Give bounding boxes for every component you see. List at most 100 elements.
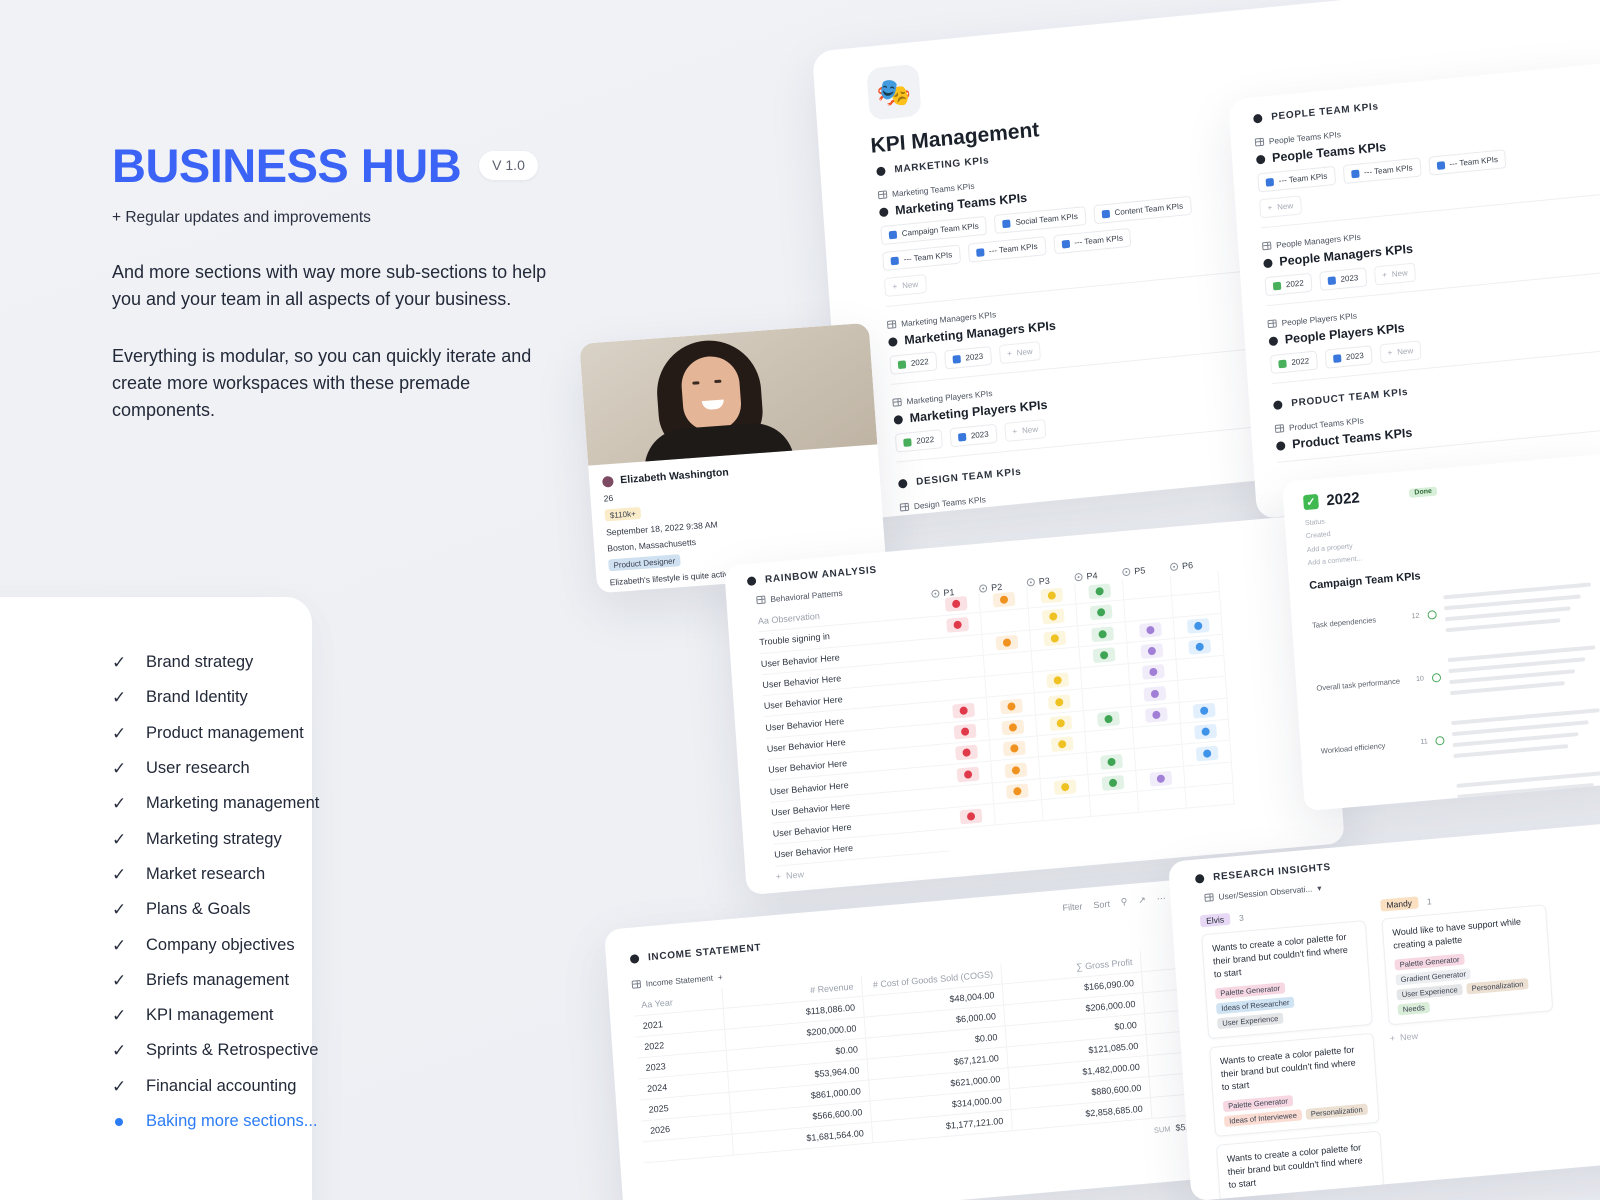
rainbow-cell-10-0[interactable]: [946, 804, 996, 829]
rainbow-cell-7-4[interactable]: [1133, 723, 1183, 749]
rainbow-cell-5-2[interactable]: [1034, 689, 1084, 715]
checklist-item-13[interactable]: Baking more sections...: [112, 1104, 442, 1139]
kpi-tile[interactable]: 2022: [894, 429, 943, 453]
more-options-icon[interactable]: ⋯: [1156, 893, 1166, 905]
rainbow-cell-8-4[interactable]: [1134, 745, 1184, 770]
add-new-button[interactable]: + New: [1259, 195, 1302, 219]
rainbow-cell-7-3[interactable]: [1085, 728, 1135, 753]
rainbow-cell-2-5[interactable]: [1173, 613, 1223, 638]
rainbow-cell-0-4[interactable]: [1122, 575, 1173, 600]
rainbow-cell-3-0[interactable]: [936, 655, 986, 681]
rainbow-cell-6-2[interactable]: [1036, 710, 1086, 736]
rainbow-cell-2-1[interactable]: [982, 630, 1032, 655]
rainbow-cell-8-2[interactable]: [1039, 753, 1089, 778]
research-card[interactable]: Wants to create a color palette for thei…: [1209, 1032, 1380, 1138]
user-profile-card[interactable]: Elizabeth Washington 26 $110k+ September…: [579, 322, 887, 594]
rainbow-cell-10-5[interactable]: [1185, 783, 1235, 808]
rainbow-cell-0-0[interactable]: [931, 591, 981, 617]
rainbow-cell-5-0[interactable]: [938, 698, 989, 723]
kpi-tile[interactable]: --- Team KPIs: [1342, 157, 1422, 185]
rainbow-cell-10-4[interactable]: [1137, 787, 1187, 813]
rainbow-cell-6-5[interactable]: [1179, 698, 1229, 723]
rainbow-analysis-panel[interactable]: RAINBOW ANALYSIS Behavioral Patterns Aa …: [724, 513, 1345, 896]
research-card[interactable]: Would like to have support while creatin…: [1381, 904, 1554, 1026]
checklist-item-10[interactable]: ✓ KPI management: [112, 998, 442, 1033]
kpi-tile[interactable]: 2023: [949, 423, 998, 448]
research-database-tag[interactable]: User/Session Observati... ▾: [1204, 883, 1322, 903]
twentytwo-row-2[interactable]: Workload efficiency 11: [1319, 701, 1600, 777]
rainbow-cell-4-5[interactable]: [1176, 655, 1226, 681]
checkbox-checked-icon[interactable]: ✓: [1302, 493, 1319, 511]
checklist-item-6[interactable]: ✓ Market research: [112, 857, 442, 892]
kpi-tile[interactable]: 2023: [1318, 267, 1367, 291]
checklist-item-0[interactable]: ✓ Brand strategy: [112, 645, 442, 680]
people-team-kpi-panel[interactable]: PEOPLE TEAM KPIs People Teams KPIs People …: [1228, 60, 1600, 520]
rainbow-cell-8-5[interactable]: [1182, 740, 1232, 766]
rainbow-cell-10-2[interactable]: [1042, 795, 1092, 821]
checklist-item-1[interactable]: ✓ Brand Identity: [112, 680, 442, 715]
rainbow-cell-0-5[interactable]: [1170, 570, 1220, 596]
kpi-tile[interactable]: 2022: [889, 351, 938, 375]
income-statement-panel[interactable]: Filter Sort ⚲ ↗ ⋯ New ▾ INCOME STATEMENT…: [604, 874, 1263, 1200]
rainbow-cell-9-3[interactable]: [1088, 770, 1138, 795]
rainbow-cell-4-3[interactable]: [1080, 664, 1131, 689]
checklist-item-3[interactable]: ✓ User research: [112, 751, 442, 786]
rainbow-cell-4-0[interactable]: [937, 676, 987, 702]
rainbow-cell-3-2[interactable]: [1031, 647, 1081, 672]
checklist-item-7[interactable]: ✓ Plans & Goals: [112, 892, 442, 927]
search-icon[interactable]: ⚲: [1120, 896, 1127, 908]
rainbow-cell-2-2[interactable]: [1030, 625, 1080, 651]
checklist-item-4[interactable]: ✓ Marketing management: [112, 786, 442, 821]
rainbow-cell-3-3[interactable]: [1079, 643, 1129, 668]
rainbow-cell-8-1[interactable]: [991, 757, 1041, 783]
rainbow-cell-5-5[interactable]: [1178, 677, 1228, 702]
rainbow-cell-9-4[interactable]: [1136, 766, 1186, 791]
rainbow-cell-7-0[interactable]: [941, 740, 992, 766]
kpi-tile[interactable]: --- Team KPIs: [1427, 149, 1507, 176]
rainbow-cell-1-5[interactable]: [1172, 592, 1222, 617]
kpi-tile[interactable]: Content Team KPIs: [1093, 195, 1192, 225]
rainbow-cell-9-1[interactable]: [992, 778, 1042, 804]
kpi-tile[interactable]: 2022: [1269, 350, 1318, 375]
kpi-tile[interactable]: --- Team KPIs: [1052, 227, 1132, 255]
checklist-item-5[interactable]: ✓ Marketing strategy: [112, 821, 442, 856]
rainbow-cell-6-1[interactable]: [988, 715, 1038, 740]
rainbow-cell-0-1[interactable]: [979, 587, 1029, 613]
rainbow-cell-0-2[interactable]: [1027, 583, 1077, 608]
rainbow-cell-1-4[interactable]: [1124, 596, 1174, 621]
checklist-item-11[interactable]: ✓ Sprints & Retrospective: [112, 1033, 442, 1068]
add-new-button[interactable]: + New: [1373, 262, 1417, 286]
rainbow-cell-10-3[interactable]: [1089, 791, 1140, 817]
rainbow-cell-7-1[interactable]: [989, 736, 1040, 761]
rainbow-cell-1-2[interactable]: [1028, 604, 1078, 630]
rainbow-cell-1-0[interactable]: [933, 613, 983, 638]
research-insights-panel[interactable]: RESEARCH INSIGHTS User/Session Observati…: [1168, 821, 1600, 1200]
rainbow-cell-8-3[interactable]: [1086, 749, 1137, 774]
rainbow-cell-2-0[interactable]: [934, 634, 984, 659]
twentytwo-row-1[interactable]: Overall task performance 10: [1315, 638, 1600, 714]
rainbow-cell-7-2[interactable]: [1037, 732, 1087, 757]
rainbow-cell-7-5[interactable]: [1181, 719, 1231, 745]
rainbow-cell-4-4[interactable]: [1128, 660, 1179, 685]
rainbow-cell-5-1[interactable]: [986, 693, 1037, 719]
rainbow-cell-8-0[interactable]: [943, 761, 993, 787]
research-card[interactable]: Wants to create a color palette for thei…: [1215, 1130, 1385, 1200]
add-view-icon[interactable]: +: [718, 972, 724, 982]
year-2022-detail-panel[interactable]: ✓ 2022 Done Status Created Add a propert…: [1282, 453, 1600, 812]
checklist-item-8[interactable]: ✓ Company objectives: [112, 927, 442, 962]
rainbow-cell-6-0[interactable]: [940, 719, 990, 744]
rainbow-cell-1-3[interactable]: [1076, 600, 1126, 625]
rainbow-cell-9-5[interactable]: [1184, 762, 1234, 787]
chevron-down-icon[interactable]: ▾: [1317, 883, 1322, 893]
rainbow-cell-6-4[interactable]: [1131, 702, 1181, 728]
checklist-item-2[interactable]: ✓ Product management: [112, 716, 442, 751]
rainbow-cell-3-4[interactable]: [1127, 638, 1177, 664]
rainbow-cell-9-0[interactable]: [944, 783, 995, 808]
rainbow-cell-9-2[interactable]: [1040, 774, 1090, 800]
add-new-button[interactable]: + New: [883, 273, 927, 298]
kpi-tile[interactable]: --- Team KPIs: [967, 236, 1047, 263]
rainbow-cell-1-1[interactable]: [980, 608, 1031, 634]
rainbow-cell-3-1[interactable]: [983, 651, 1034, 676]
rainbow-cell-6-3[interactable]: [1083, 706, 1134, 732]
rainbow-cell-2-3[interactable]: [1077, 621, 1128, 647]
